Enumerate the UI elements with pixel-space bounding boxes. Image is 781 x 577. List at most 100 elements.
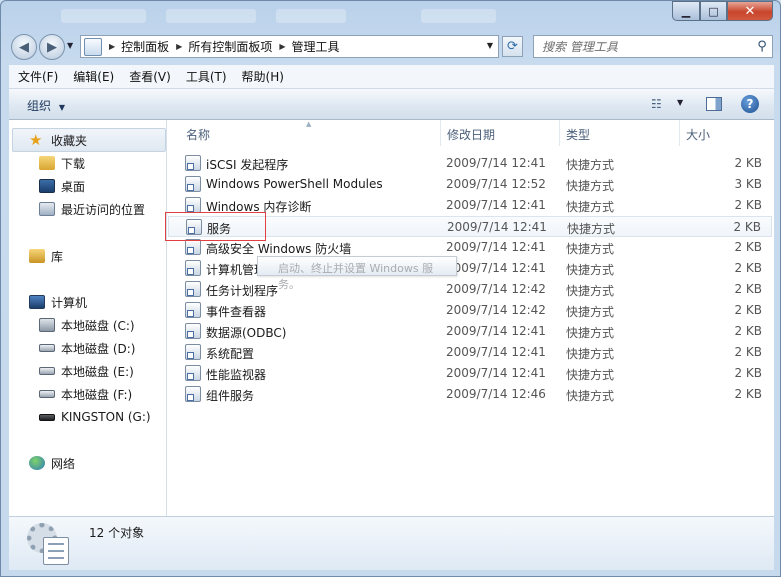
- breadcrumb-all-items[interactable]: 所有控制面板项: [188, 38, 272, 55]
- file-name: iSCSI 发起程序: [206, 158, 289, 172]
- view-options-button[interactable]: ☷ ▼: [651, 97, 683, 111]
- memory-diagnostic-icon: [185, 197, 201, 213]
- file-date: 2009/7/14 12:41: [446, 345, 546, 359]
- firewall-icon: [185, 239, 201, 255]
- nav-item-desktop[interactable]: 桌面: [39, 176, 85, 196]
- system-config-icon: [185, 344, 201, 360]
- file-size: 2 KB: [734, 387, 762, 401]
- file-type: 快捷方式: [566, 200, 615, 214]
- file-size: 2 KB: [734, 156, 762, 170]
- breadcrumb-separator-icon[interactable]: ▶: [109, 42, 115, 51]
- minimize-button[interactable]: ▁: [672, 1, 700, 21]
- recent-places-icon: [39, 202, 55, 216]
- column-divider[interactable]: [559, 120, 560, 146]
- address-history-dropdown[interactable]: ▼: [487, 41, 493, 50]
- menu-view[interactable]: 查看(V): [120, 68, 177, 85]
- network-icon: [29, 456, 45, 470]
- file-size: 2 KB: [734, 303, 762, 317]
- annotation-highlight-box: [165, 212, 266, 241]
- nav-item-favorites[interactable]: ★ 收藏夹: [29, 130, 87, 150]
- control-panel-icon: [84, 37, 102, 56]
- shortcut-arrow-icon: [187, 289, 194, 296]
- search-icon[interactable]: ⚲: [752, 39, 772, 54]
- file-size: 2 KB: [734, 345, 762, 359]
- shortcut-arrow-icon: [187, 373, 194, 380]
- preview-pane-button[interactable]: [706, 97, 722, 111]
- column-header-date[interactable]: 修改日期: [447, 120, 559, 148]
- file-row[interactable]: 事件查看器 2009/7/14 12:42 快捷方式 2 KB: [168, 300, 772, 321]
- nav-item-recent[interactable]: 最近访问的位置: [39, 199, 145, 219]
- menu-help[interactable]: 帮助(H): [233, 68, 290, 85]
- close-button[interactable]: ✕: [727, 1, 773, 21]
- shortcut-arrow-icon: [187, 268, 194, 275]
- shortcut-arrow-icon: [187, 394, 194, 401]
- nav-item-drive-g[interactable]: KINGSTON (G:): [39, 407, 151, 427]
- shortcut-arrow-icon: [187, 352, 194, 359]
- file-size: 2 KB: [734, 261, 762, 275]
- nav-item-downloads[interactable]: 下载: [39, 153, 85, 173]
- file-name: 组件服务: [206, 389, 255, 403]
- ghost-taskbar-item: [276, 9, 346, 23]
- column-header-type[interactable]: 类型: [566, 120, 676, 148]
- nav-item-computer[interactable]: 计算机: [29, 292, 87, 312]
- search-input[interactable]: [542, 39, 752, 54]
- file-name: 事件查看器: [206, 305, 267, 319]
- breadcrumb-control-panel[interactable]: 控制面板: [121, 38, 169, 55]
- tooltip: 启动、终止并设置 Windows 服务。: [257, 256, 457, 291]
- organize-button[interactable]: 组织 ▼: [27, 97, 65, 114]
- help-button[interactable]: ?: [741, 95, 759, 113]
- close-icon: ✕: [744, 3, 756, 19]
- file-name: 高级安全 Windows 防火墙: [206, 242, 352, 256]
- command-bar: 组织 ▼ ☷ ▼ ?: [9, 89, 774, 120]
- address-bar[interactable]: ▶ 控制面板 ▶ 所有控制面板项 ▶ 管理工具 ▼: [80, 35, 499, 58]
- file-row[interactable]: iSCSI 发起程序 2009/7/14 12:41 快捷方式 2 KB: [168, 153, 772, 174]
- file-size: 2 KB: [734, 324, 762, 338]
- file-type: 快捷方式: [566, 263, 615, 277]
- breadcrumb-separator-icon[interactable]: ▶: [279, 42, 285, 51]
- menu-tools[interactable]: 工具(T): [177, 68, 233, 85]
- file-size: 2 KB: [734, 198, 762, 212]
- forward-button[interactable]: ▶: [39, 34, 65, 60]
- maximize-button[interactable]: □: [700, 1, 727, 21]
- file-row[interactable]: 系统配置 2009/7/14 12:41 快捷方式 2 KB: [168, 342, 772, 363]
- search-box[interactable]: ⚲: [533, 35, 773, 58]
- file-row[interactable]: 数据源(ODBC) 2009/7/14 12:41 快捷方式 2 KB: [168, 321, 772, 342]
- shortcut-arrow-icon: [187, 331, 194, 338]
- file-type: 快捷方式: [566, 368, 615, 382]
- maximize-icon: □: [708, 4, 719, 18]
- nav-item-drive-e[interactable]: 本地磁盘 (E:): [39, 361, 134, 381]
- computer-management-icon: [185, 260, 201, 276]
- file-type: 快捷方式: [566, 305, 615, 319]
- details-pane: 12 个对象: [9, 516, 774, 570]
- menu-edit[interactable]: 编辑(E): [64, 68, 120, 85]
- menu-file[interactable]: 文件(F): [9, 68, 64, 85]
- file-row[interactable]: 组件服务 2009/7/14 12:46 快捷方式 2 KB: [168, 384, 772, 405]
- desktop-icon: [39, 179, 55, 193]
- ghost-taskbar-item: [421, 9, 496, 23]
- nav-item-drive-f[interactable]: 本地磁盘 (F:): [39, 384, 132, 404]
- column-divider[interactable]: [679, 120, 680, 146]
- file-row[interactable]: 任务计划程序 2009/7/14 12:42 快捷方式 2 KB: [168, 279, 772, 300]
- nav-item-library[interactable]: 库: [29, 246, 63, 266]
- nav-item-drive-c[interactable]: 本地磁盘 (C:): [39, 315, 135, 335]
- column-header-name[interactable]: 名称: [186, 120, 438, 148]
- file-name: 系统配置: [206, 347, 255, 361]
- recent-pages-dropdown[interactable]: ▼: [67, 41, 73, 50]
- column-header-size[interactable]: 大小: [686, 120, 766, 148]
- breadcrumb-admin-tools[interactable]: 管理工具: [292, 38, 340, 55]
- nav-item-drive-d[interactable]: 本地磁盘 (D:): [39, 338, 135, 358]
- help-icon: ?: [746, 97, 754, 111]
- file-date: 2009/7/14 12:41: [446, 261, 546, 275]
- back-button[interactable]: ◀: [11, 34, 37, 60]
- nav-item-network[interactable]: 网络: [29, 453, 75, 473]
- ghost-taskbar-item: [166, 9, 256, 23]
- column-divider[interactable]: [440, 120, 441, 146]
- details-view-icon: ☷: [651, 97, 662, 111]
- file-row[interactable]: Windows PowerShell Modules 2009/7/14 12:5…: [168, 174, 772, 195]
- file-row[interactable]: 性能监视器 2009/7/14 12:41 快捷方式 2 KB: [168, 363, 772, 384]
- library-icon: [29, 249, 45, 263]
- component-services-icon: [185, 386, 201, 402]
- refresh-button[interactable]: ⟳: [502, 36, 523, 57]
- breadcrumb-separator-icon[interactable]: ▶: [176, 42, 182, 51]
- file-date: 2009/7/14 12:41: [446, 156, 546, 170]
